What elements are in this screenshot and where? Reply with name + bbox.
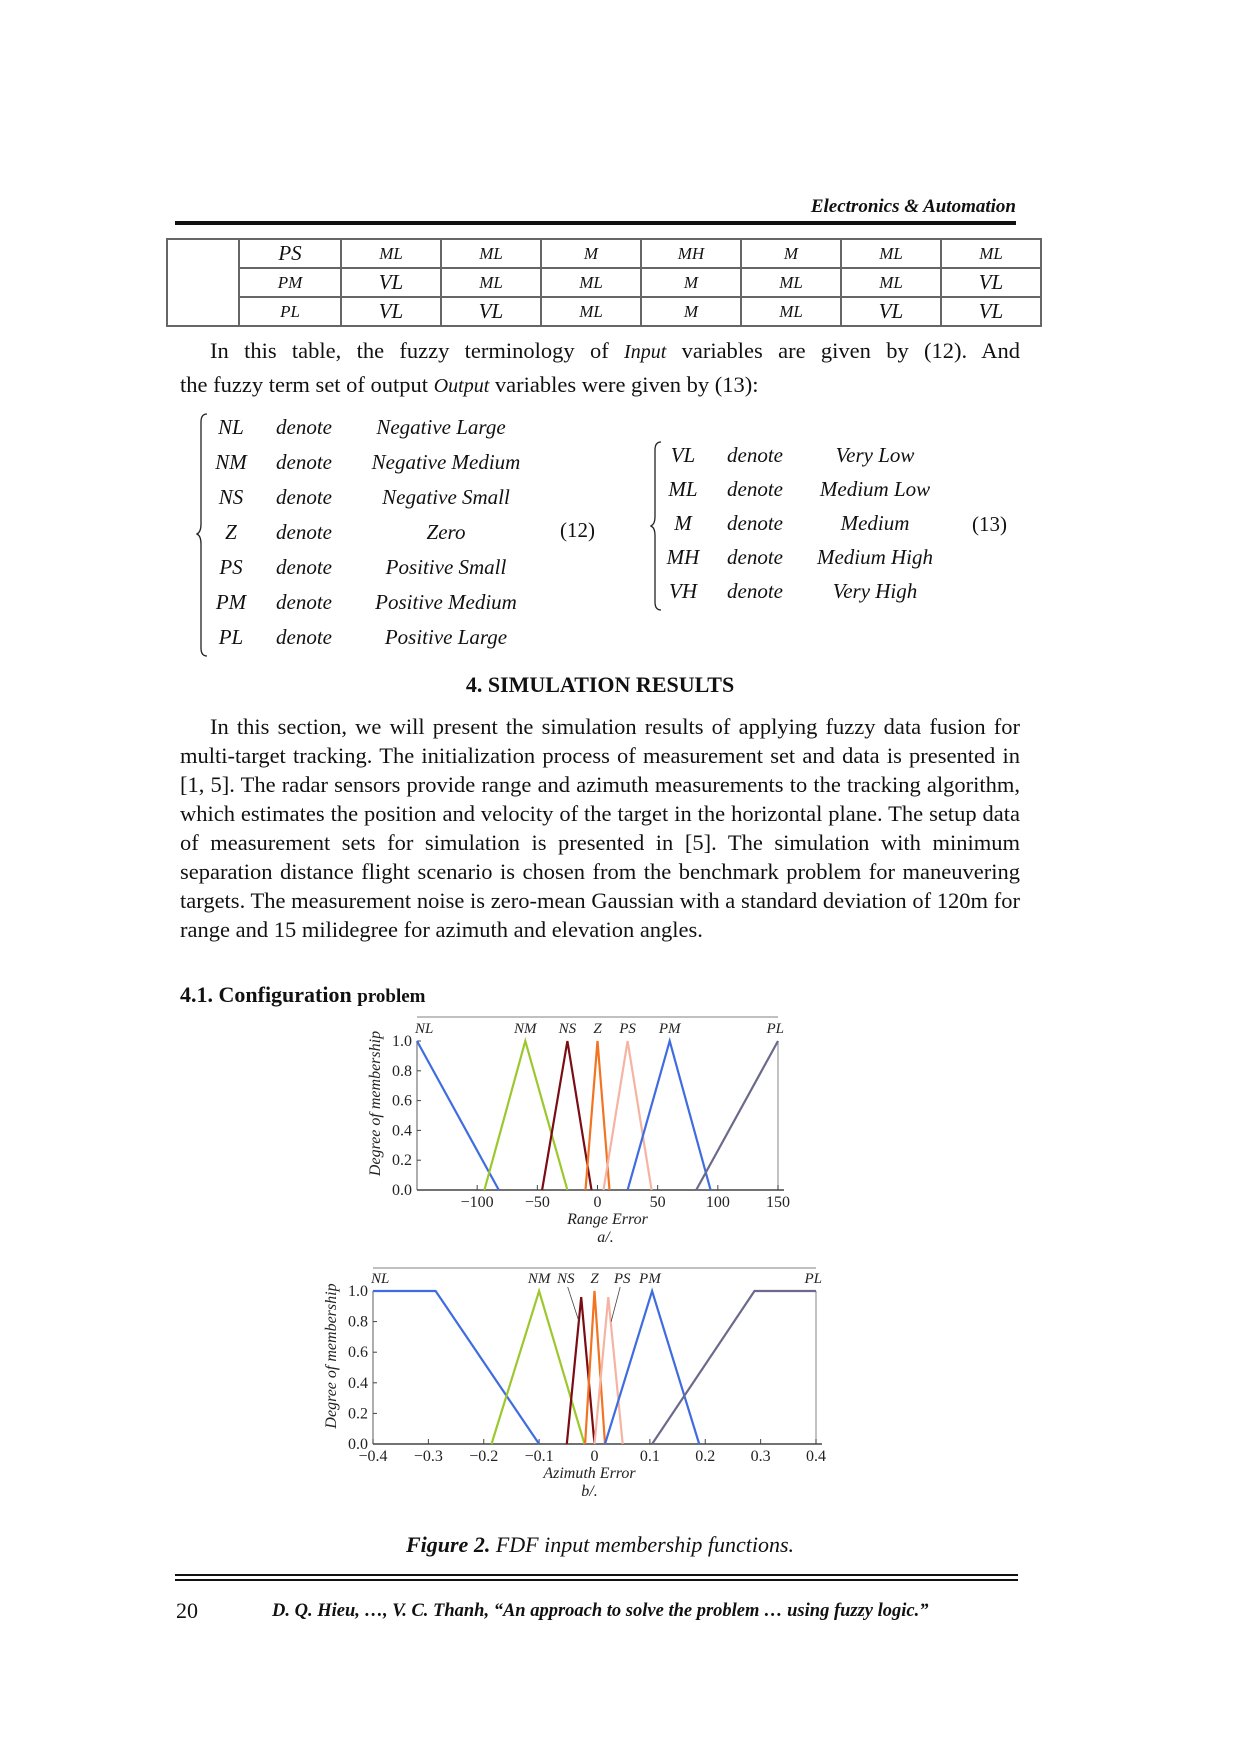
y-axis-label: Degree of membership <box>323 1283 340 1429</box>
series-label-pm: PM <box>658 1021 682 1037</box>
y-tick-label: 0.6 <box>392 1093 412 1110</box>
x-axis-label: Range Error <box>566 1211 649 1228</box>
y-tick-label: 0.8 <box>348 1314 368 1331</box>
y-tick-label: 0.4 <box>348 1375 368 1392</box>
x-tick-label: 0 <box>591 1448 599 1465</box>
series-label-nl: NL <box>370 1271 389 1287</box>
y-tick-label: 0.4 <box>392 1122 412 1139</box>
figure-sublabel: a/. <box>597 1229 613 1246</box>
series-label-ps: PS <box>613 1271 631 1287</box>
chart-1: −0.4 −0.3 −0.2 −0.1 0 0.1 0.2 0.3 0.40.00.20.40.… <box>323 1267 826 1500</box>
label-leader-line <box>567 1286 580 1322</box>
x-tick-label: −0.1 <box>525 1448 554 1465</box>
x-tick-label: 100 <box>706 1194 730 1211</box>
series-label-nm: NM <box>513 1021 538 1037</box>
series-line-nl <box>416 1040 500 1191</box>
page-number: 20 <box>176 1598 198 1623</box>
series-line-ns <box>541 1040 593 1191</box>
y-tick-label: 0.2 <box>392 1152 412 1169</box>
figure-caption: Figure 2. FDF input membership functions… <box>180 1532 1020 1558</box>
y-tick-label: 1.0 <box>348 1283 368 1300</box>
x-tick-label: −50 <box>525 1194 550 1211</box>
series-label-z: Z <box>590 1271 599 1287</box>
y-tick-label: 0.0 <box>392 1182 412 1199</box>
caption-label: Figure 2. <box>405 1532 491 1557</box>
y-tick-label: 1.0 <box>392 1033 412 1050</box>
x-tick-label: 0.2 <box>695 1448 715 1465</box>
series-line-ps <box>602 1040 653 1191</box>
footer-rule <box>175 1574 1018 1576</box>
series-line-ps <box>593 1296 624 1445</box>
series-line-pm <box>603 1287 701 1445</box>
x-tick-label: 0 <box>594 1194 602 1211</box>
x-tick-label: 0.4 <box>806 1448 826 1465</box>
y-tick-label: 0.0 <box>348 1436 368 1453</box>
footer-rule <box>175 1579 1018 1581</box>
y-tick-label: 0.2 <box>348 1405 368 1422</box>
figure-sublabel: b/. <box>581 1483 597 1500</box>
series-line-z <box>584 1040 611 1191</box>
chart-0: −100 −50 0 50 100 150 0.0 0.2 0.4 0.6 0.8 1.0 Range … <box>367 1016 790 1246</box>
series-line-nm <box>490 1287 586 1445</box>
x-tick-label: −0.2 <box>469 1448 498 1465</box>
x-tick-label: 0.1 <box>640 1448 660 1465</box>
footer-citation: D. Q. Hieu, …, V. C. Thanh, “An approach… <box>272 1601 929 1621</box>
x-axis-label: Azimuth Error <box>542 1465 636 1482</box>
x-tick-label: −0.3 <box>414 1448 443 1465</box>
series-label-ns: NS <box>558 1021 577 1037</box>
series-label-pm: PM <box>638 1271 662 1287</box>
series-label-nl: NL <box>414 1021 433 1037</box>
series-label-ps: PS <box>618 1021 636 1037</box>
label-leader-line <box>610 1286 621 1322</box>
x-tick-label: −100 <box>461 1194 494 1211</box>
series-label-nm: NM <box>527 1271 552 1287</box>
series-label-z: Z <box>593 1021 602 1037</box>
range-error-membership-chart: −100 −50 0 50 100 150 0.0 0.2 0.4 0.6 0.8 1.0 Range … <box>323 1016 826 1500</box>
y-axis-label: Degree of membership <box>367 1031 384 1177</box>
y-tick-label: 0.6 <box>348 1344 368 1361</box>
y-tick-label: 0.8 <box>392 1063 412 1080</box>
series-label-pl: PL <box>803 1271 822 1287</box>
series-line-pl <box>695 1040 779 1191</box>
caption-text: FDF input membership functions. <box>490 1532 795 1557</box>
series-label-pl: PL <box>765 1021 784 1037</box>
series-label-ns: NS <box>556 1271 575 1287</box>
x-tick-label: 50 <box>650 1194 666 1211</box>
x-tick-label: 0.3 <box>751 1448 771 1465</box>
x-tick-label: 150 <box>766 1194 790 1211</box>
